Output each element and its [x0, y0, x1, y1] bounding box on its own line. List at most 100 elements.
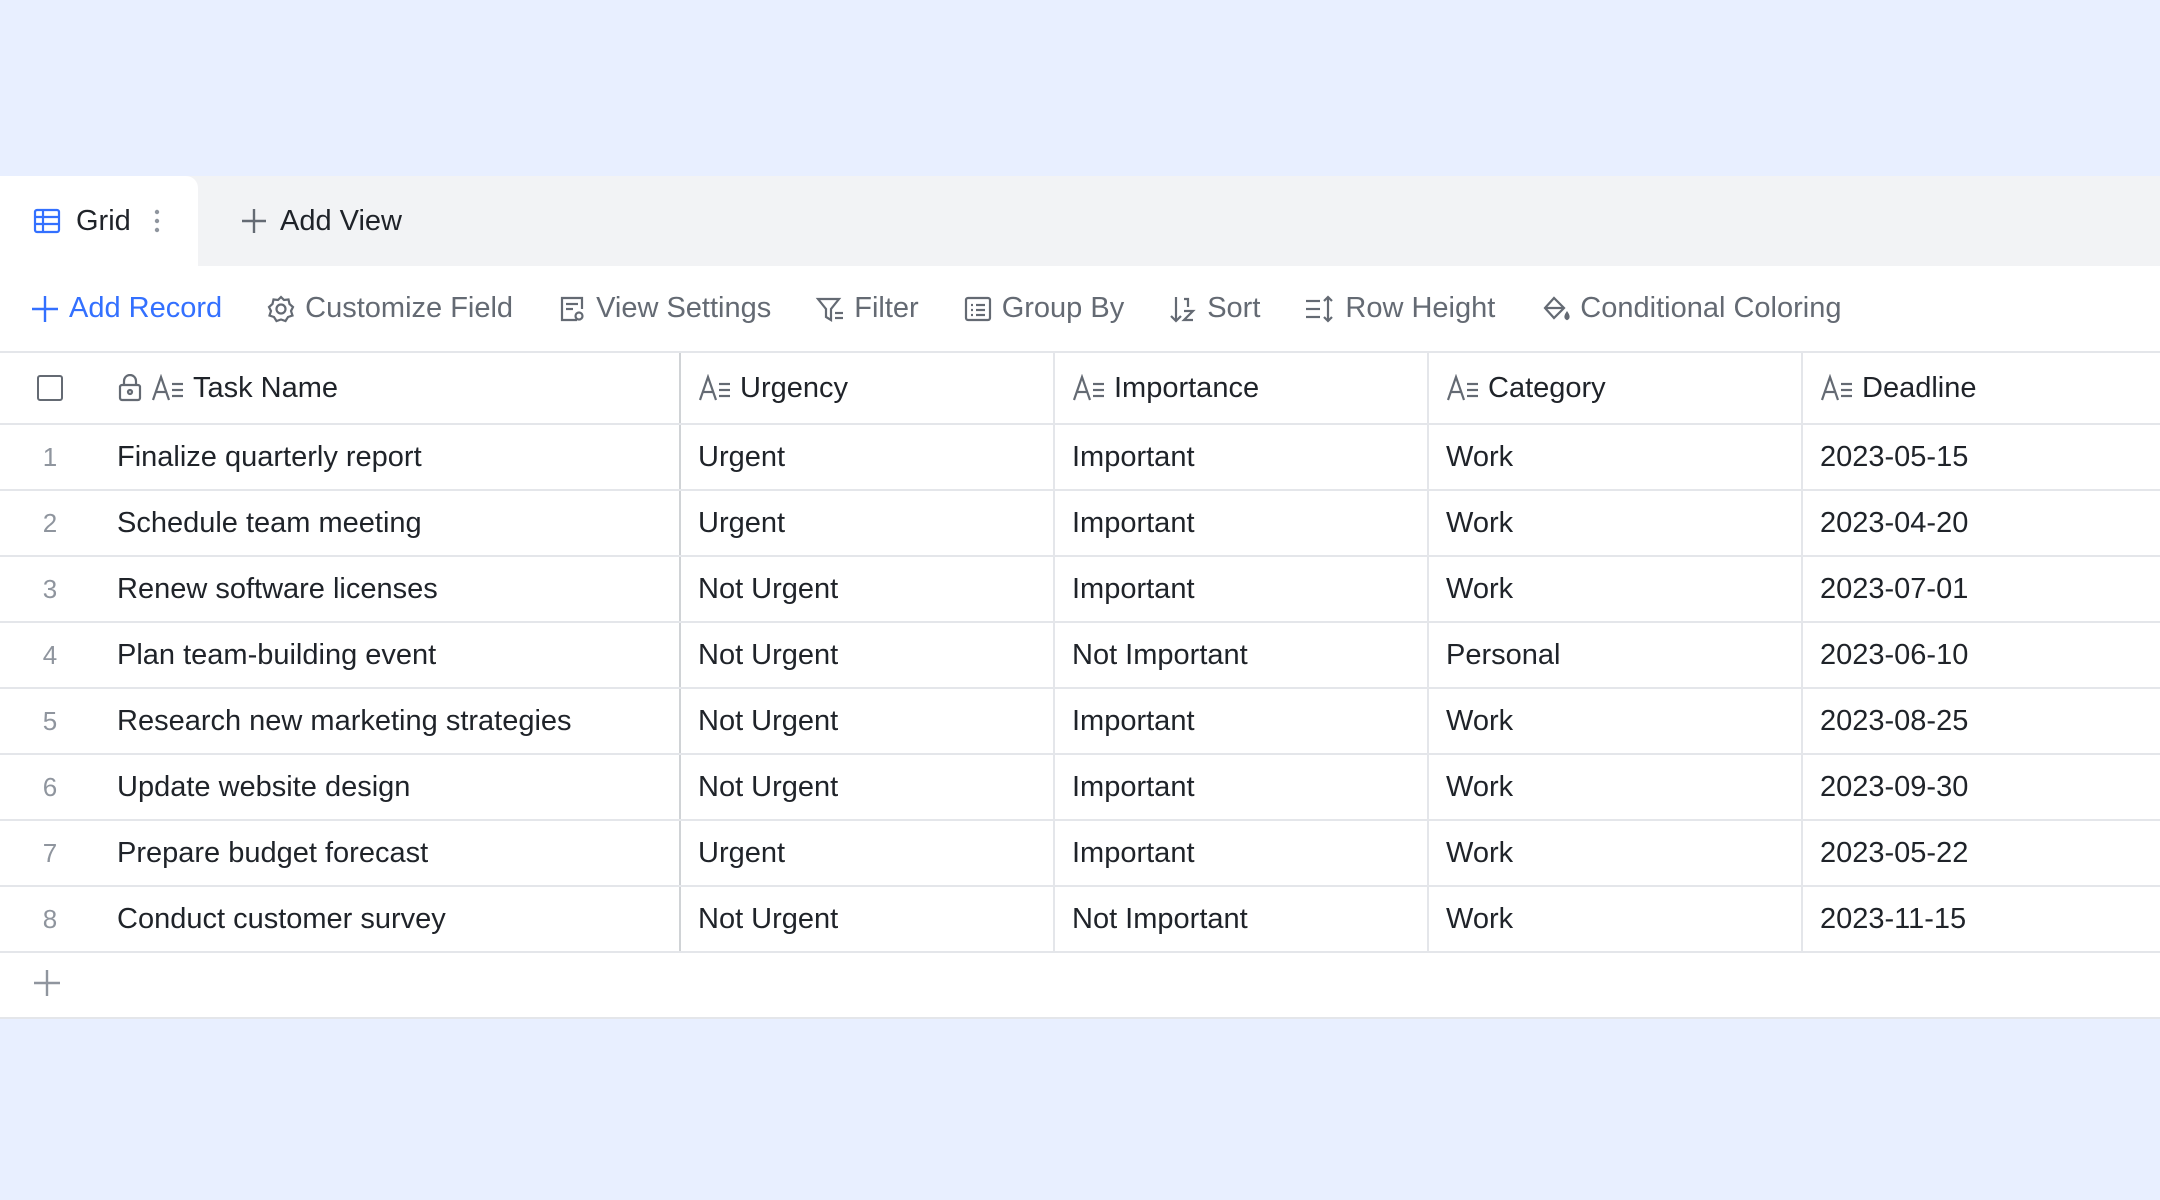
column-header-label: Importance — [1114, 371, 1260, 404]
cell-importance[interactable]: Not Important — [1055, 887, 1429, 951]
text-field-icon — [698, 374, 732, 402]
view-settings-label: View Settings — [596, 292, 772, 324]
cell-category[interactable]: Work — [1429, 821, 1803, 885]
view-settings-icon — [557, 294, 587, 324]
conditional-coloring-label: Conditional Coloring — [1580, 292, 1842, 324]
plus-icon — [32, 968, 62, 1003]
row-number: 7 — [42, 837, 58, 868]
cell-category[interactable]: Personal — [1429, 623, 1803, 687]
text-field-icon — [1446, 374, 1480, 402]
plus-icon — [30, 294, 60, 324]
cell-importance[interactable]: Important — [1055, 491, 1429, 555]
row-number: 1 — [42, 441, 58, 472]
cell-task-name[interactable]: Research new marketing strategies — [100, 689, 681, 753]
header-row: Task Name Urgency Importance Category De… — [0, 353, 2160, 425]
cell-urgency[interactable]: Not Urgent — [681, 755, 1055, 819]
cell-urgency[interactable]: Not Urgent — [681, 887, 1055, 951]
sort-label: Sort — [1207, 292, 1261, 324]
group-by-icon — [963, 294, 993, 324]
column-header-urgency[interactable]: Urgency — [681, 353, 1055, 423]
cell-urgency[interactable]: Urgent — [681, 821, 1055, 885]
cell-task-name[interactable]: Plan team-building event — [100, 623, 681, 687]
gear-icon — [266, 294, 296, 324]
cell-task-name[interactable]: Schedule team meeting — [100, 491, 681, 555]
paint-bucket-icon — [1539, 294, 1571, 324]
cell-task-name[interactable]: Conduct customer survey — [100, 887, 681, 951]
row-number: 4 — [42, 639, 58, 670]
cell-task-name[interactable]: Renew software licenses — [100, 557, 681, 621]
text-field-icon — [1820, 374, 1854, 402]
add-row-button[interactable] — [0, 953, 2160, 1019]
cell-deadline[interactable]: 2023-06-10 — [1803, 623, 2160, 687]
cell-category[interactable]: Work — [1429, 491, 1803, 555]
cell-importance[interactable]: Not Important — [1055, 623, 1429, 687]
table-row[interactable]: 4 Plan team-building event Not Urgent No… — [0, 623, 2160, 689]
cell-category[interactable]: Work — [1429, 689, 1803, 753]
sort-icon — [1168, 294, 1198, 324]
cell-task-name[interactable]: Finalize quarterly report — [100, 425, 681, 489]
view-settings-button[interactable]: View Settings — [557, 292, 771, 325]
column-header-importance[interactable]: Importance — [1055, 353, 1429, 423]
table-row[interactable]: 6 Update website design Not Urgent Impor… — [0, 755, 2160, 821]
cell-importance[interactable]: Important — [1055, 821, 1429, 885]
column-header-label: Urgency — [740, 371, 848, 404]
row-height-icon — [1304, 294, 1336, 324]
cell-category[interactable]: Work — [1429, 887, 1803, 951]
cell-urgency[interactable]: Not Urgent — [681, 689, 1055, 753]
cell-urgency[interactable]: Not Urgent — [681, 623, 1055, 687]
cell-deadline[interactable]: 2023-08-25 — [1803, 689, 2160, 753]
group-by-button[interactable]: Group By — [963, 292, 1124, 325]
grid-icon — [32, 206, 62, 236]
add-record-button[interactable]: Add Record — [30, 292, 222, 325]
cell-deadline[interactable]: 2023-05-15 — [1803, 425, 2160, 489]
cell-deadline[interactable]: 2023-05-22 — [1803, 821, 2160, 885]
cell-task-name[interactable]: Prepare budget forecast — [100, 821, 681, 885]
cell-task-name[interactable]: Update website design — [100, 755, 681, 819]
cell-urgency[interactable]: Not Urgent — [681, 557, 1055, 621]
cell-urgency[interactable]: Urgent — [681, 491, 1055, 555]
customize-field-label: Customize Field — [305, 292, 514, 324]
lock-icon — [117, 374, 143, 402]
column-header-task-name[interactable]: Task Name — [100, 353, 681, 423]
filter-label: Filter — [854, 292, 919, 324]
table-row[interactable]: 5 Research new marketing strategies Not … — [0, 689, 2160, 755]
cell-urgency[interactable]: Urgent — [681, 425, 1055, 489]
cell-importance[interactable]: Important — [1055, 425, 1429, 489]
cell-importance[interactable]: Important — [1055, 557, 1429, 621]
text-field-icon — [1072, 374, 1106, 402]
filter-icon — [815, 294, 845, 324]
row-height-label: Row Height — [1345, 292, 1496, 324]
data-grid: Task Name Urgency Importance Category De… — [0, 353, 2160, 1019]
filter-button[interactable]: Filter — [815, 292, 919, 325]
text-field-icon — [151, 374, 185, 402]
column-header-deadline[interactable]: Deadline — [1803, 353, 2160, 423]
cell-category[interactable]: Work — [1429, 557, 1803, 621]
table-row[interactable]: 8 Conduct customer survey Not Urgent Not… — [0, 887, 2160, 953]
row-height-button[interactable]: Row Height — [1304, 292, 1495, 325]
table-row[interactable]: 3 Renew software licenses Not Urgent Imp… — [0, 557, 2160, 623]
sort-button[interactable]: Sort — [1168, 292, 1260, 325]
row-number: 3 — [42, 573, 58, 604]
add-view-button[interactable]: Add View — [198, 176, 402, 266]
cell-category[interactable]: Work — [1429, 755, 1803, 819]
cell-importance[interactable]: Important — [1055, 689, 1429, 753]
customize-field-button[interactable]: Customize Field — [266, 292, 513, 325]
row-number: 2 — [42, 507, 58, 538]
header-select-all — [0, 353, 100, 423]
column-header-category[interactable]: Category — [1429, 353, 1803, 423]
table-row[interactable]: 1 Finalize quarterly report Urgent Impor… — [0, 425, 2160, 491]
cell-category[interactable]: Work — [1429, 425, 1803, 489]
more-vertical-icon[interactable] — [153, 208, 161, 234]
table-row[interactable]: 7 Prepare budget forecast Urgent Importa… — [0, 821, 2160, 887]
add-record-label: Add Record — [69, 292, 223, 324]
tab-grid[interactable]: Grid — [0, 176, 198, 266]
plus-icon — [240, 207, 268, 235]
cell-deadline[interactable]: 2023-04-20 — [1803, 491, 2160, 555]
cell-deadline[interactable]: 2023-09-30 — [1803, 755, 2160, 819]
table-row[interactable]: 2 Schedule team meeting Urgent Important… — [0, 491, 2160, 557]
cell-deadline[interactable]: 2023-11-15 — [1803, 887, 2160, 951]
cell-importance[interactable]: Important — [1055, 755, 1429, 819]
cell-deadline[interactable]: 2023-07-01 — [1803, 557, 2160, 621]
select-all-checkbox[interactable] — [37, 375, 63, 401]
conditional-coloring-button[interactable]: Conditional Coloring — [1539, 292, 1841, 325]
